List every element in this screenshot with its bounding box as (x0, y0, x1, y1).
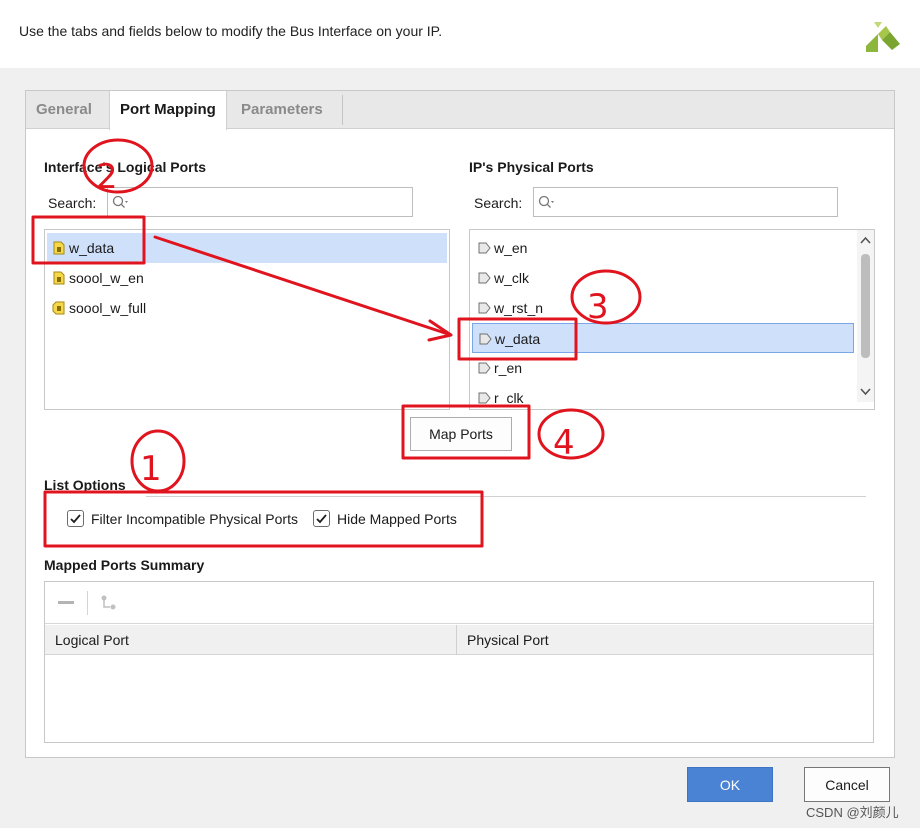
tab-general[interactable]: General (26, 91, 102, 129)
physical-search-label: Search: (474, 195, 523, 211)
hide-mapped-option[interactable]: Hide Mapped Ports (313, 509, 463, 529)
column-header-logical-port[interactable]: Logical Port (45, 625, 456, 655)
mapped-summary-title: Mapped Ports Summary (44, 557, 205, 573)
chevron-up-icon[interactable] (860, 236, 871, 244)
tab-port-mapping[interactable]: Port Mapping (109, 91, 227, 130)
physical-port-item[interactable]: w_rst_n (472, 293, 854, 323)
physical-port-label: w_en (494, 240, 528, 256)
physical-port-item[interactable]: r_en (472, 353, 854, 383)
watermark: CSDN @刘颜儿 (806, 805, 899, 820)
auto-map-icon[interactable] (100, 594, 118, 612)
port-pin-icon (479, 333, 492, 345)
logical-ports-list[interactable]: w_data soool_w_en soool_w_full (44, 229, 450, 410)
table-toolbar (45, 582, 873, 624)
physical-ports-title: IP's Physical Ports (469, 159, 594, 175)
filter-incompatible-option[interactable]: Filter Incompatible Physical Ports (67, 509, 317, 529)
filter-incompatible-label: Filter Incompatible Physical Ports (91, 511, 298, 527)
port-out-icon (52, 301, 65, 315)
search-icon (538, 195, 554, 208)
remove-mapping-icon[interactable] (58, 601, 74, 604)
physical-ports-list[interactable]: w_en w_clk w_rst_n w_data r_en r_clk (469, 229, 875, 410)
port-pin-icon (478, 362, 491, 374)
list-options-title: List Options (44, 477, 126, 493)
checkmark-icon (70, 514, 81, 524)
header-instruction: Use the tabs and fields below to modify … (19, 23, 443, 39)
physical-port-label: r_clk (494, 390, 524, 406)
physical-port-label: w_data (495, 331, 541, 347)
logical-port-label: soool_w_en (69, 270, 144, 286)
logical-ports-title: Interface's Logical Ports (44, 159, 207, 175)
filter-incompatible-checkbox[interactable] (67, 510, 84, 527)
dialog-header: Use the tabs and fields below to modify … (0, 0, 920, 68)
physical-port-item[interactable]: w_en (472, 233, 854, 263)
physical-search-input[interactable] (533, 187, 838, 217)
tab-separator (342, 95, 343, 125)
logical-search-input[interactable] (107, 187, 413, 217)
port-in-icon (53, 241, 65, 255)
map-ports-button[interactable]: Map Ports (410, 417, 512, 451)
logical-port-label: w_data (69, 240, 115, 256)
port-in-icon (53, 271, 65, 285)
search-icon (112, 195, 128, 208)
logical-search-label: Search: (48, 195, 97, 211)
hide-mapped-checkbox[interactable] (313, 510, 330, 527)
physical-port-item[interactable]: w_data (472, 323, 854, 353)
checkmark-icon (316, 514, 327, 524)
list-options-divider (146, 496, 866, 497)
ok-button[interactable]: OK (687, 767, 773, 802)
physical-port-item[interactable]: r_clk (472, 383, 854, 409)
xilinx-logo-icon (866, 22, 900, 52)
table-header: Logical Port Physical Port (45, 625, 873, 655)
port-pin-icon (478, 392, 491, 404)
hide-mapped-label: Hide Mapped Ports (337, 511, 457, 527)
tab-panel: General Port Mapping Parameters Interfac… (25, 90, 895, 758)
column-header-physical-port[interactable]: Physical Port (457, 625, 873, 655)
physical-port-label: r_en (494, 360, 523, 376)
chevron-down-icon[interactable] (860, 388, 871, 396)
physical-list-scrollbar[interactable] (857, 230, 874, 402)
cancel-button[interactable]: Cancel (804, 767, 890, 802)
scroll-thumb[interactable] (861, 254, 870, 358)
tab-bar: General Port Mapping Parameters (26, 91, 894, 130)
logical-port-item[interactable]: soool_w_full (47, 293, 447, 323)
port-pin-icon (478, 272, 491, 284)
physical-port-item[interactable]: w_clk (472, 263, 854, 293)
port-pin-icon (478, 302, 491, 314)
logical-port-item[interactable]: w_data (47, 233, 447, 263)
port-pin-icon (478, 242, 491, 254)
logical-port-label: soool_w_full (69, 300, 147, 316)
mapped-ports-table: Logical Port Physical Port (44, 581, 874, 743)
physical-port-label: w_rst_n (494, 300, 544, 316)
physical-port-label: w_clk (494, 270, 530, 286)
logical-port-item[interactable]: soool_w_en (47, 263, 447, 293)
tab-parameters[interactable]: Parameters (231, 91, 333, 129)
toolbar-separator (87, 591, 88, 615)
